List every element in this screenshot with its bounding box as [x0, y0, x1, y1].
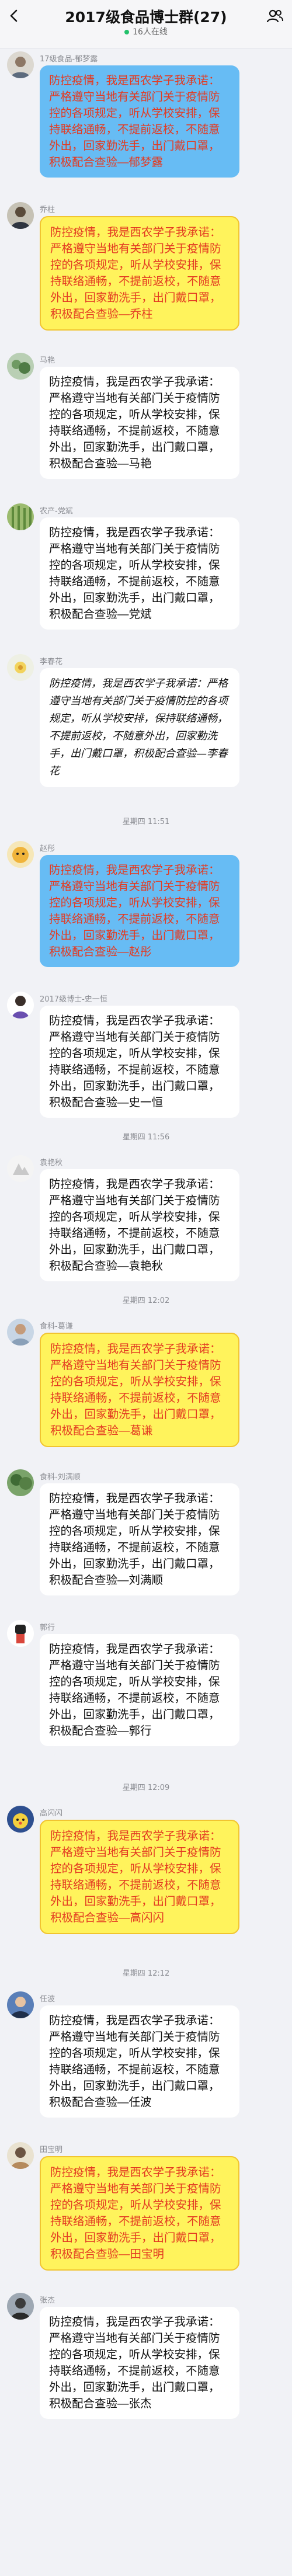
sender-name: 17级食品-郁梦露	[40, 55, 98, 64]
sender-name: 赵彤	[40, 844, 55, 853]
timestamp: 星期四 12:12	[122, 1969, 170, 1978]
avatar[interactable]	[7, 1991, 34, 2018]
message-bubble[interactable]: 防控疫情，我是西农学子我承诺：严格遵守当地有关部门关于疫情防控的各项规定，听从学…	[40, 1333, 239, 1447]
message-bubble[interactable]: 防控疫情，我是西农学子我承诺：严格遵守当地有关部门关于疫情防控的各项规定，听从学…	[40, 668, 239, 787]
sender-name: 田宝明	[40, 2146, 63, 2154]
avatar[interactable]	[7, 503, 34, 530]
sender-name: 袁艳秋	[40, 1159, 63, 1167]
message-bubble[interactable]: 防控疫情，我是西农学子我承诺：严格遵守当地有关部门关于疫情防控的各项规定，听从学…	[40, 1483, 239, 1595]
timestamp: 星期四 11:56	[122, 1133, 170, 1142]
sender-name: 2017级博士-史一恒	[40, 995, 107, 1004]
sender-name: 食科-刘满顺	[40, 1473, 81, 1482]
avatar[interactable]	[7, 1155, 34, 1182]
sender-name: 马艳	[40, 356, 55, 365]
message-bubble[interactable]: 防控疫情，我是西农学子我承诺：严格遵守当地有关部门关于疫情防控的各项规定，听从学…	[40, 517, 239, 630]
avatar[interactable]	[7, 2293, 34, 2320]
timestamp: 星期四 12:02	[122, 1296, 170, 1305]
online-dot-icon	[124, 30, 130, 34]
message-bubble[interactable]: 防控疫情，我是西农学子我承诺：严格遵守当地有关部门关于疫情防控的各项规定，听从学…	[40, 855, 239, 967]
avatar[interactable]	[7, 841, 34, 868]
sender-name: 李春花	[40, 658, 63, 666]
avatar[interactable]	[7, 353, 34, 380]
avatar[interactable]	[7, 51, 34, 78]
sender-name: 农产-党斌	[40, 507, 73, 516]
online-count: 16人在线	[0, 26, 292, 37]
avatar[interactable]	[7, 1469, 34, 1496]
timestamp: 星期四 11:51	[122, 818, 170, 826]
chat-header: 2017级食品博士群(27) 16人在线	[0, 0, 292, 48]
chat-title: 2017级食品博士群(27)	[65, 9, 227, 26]
message-bubble[interactable]: 防控疫情，我是西农学子我承诺：严格遵守当地有关部门关于疫情防控的各项规定，听从学…	[40, 1634, 239, 1746]
message-bubble[interactable]: 防控疫情，我是西农学子我承诺：严格遵守当地有关部门关于疫情防控的各项规定，听从学…	[40, 2005, 239, 2118]
sender-name: 任波	[40, 1995, 55, 2004]
group-menu-icon[interactable]	[266, 8, 284, 23]
message-bubble[interactable]: 防控疫情，我是西农学子我承诺：严格遵守当地有关部门关于疫情防控的各项规定，听从学…	[40, 216, 239, 331]
message-bubble[interactable]: 防控疫情，我是西农学子我承诺：严格遵守当地有关部门关于疫情防控的各项规定，听从学…	[40, 1169, 239, 1281]
avatar[interactable]	[7, 202, 34, 229]
message-bubble[interactable]: 防控疫情，我是西农学子我承诺：严格遵守当地有关部门关于疫情防控的各项规定，听从学…	[40, 2156, 239, 2271]
timestamp: 星期四 12:09	[122, 1784, 170, 1792]
avatar[interactable]	[7, 992, 34, 1018]
avatar[interactable]	[7, 1806, 34, 1833]
sender-name: 张杰	[40, 2296, 55, 2305]
avatar[interactable]	[7, 654, 34, 681]
message-bubble[interactable]: 防控疫情，我是西农学子我承诺：严格遵守当地有关部门关于疫情防控的各项规定，听从学…	[40, 1820, 239, 1934]
sender-name: 乔柱	[40, 206, 55, 214]
sender-name: 食科-葛谦	[40, 1322, 73, 1331]
message-bubble[interactable]: 防控疫情，我是西农学子我承诺：严格遵守当地有关部门关于疫情防控的各项规定，听从学…	[40, 2307, 239, 2419]
message-bubble[interactable]: 防控疫情，我是西农学子我承诺：严格遵守当地有关部门关于疫情防控的各项规定，听从学…	[40, 1006, 239, 1118]
avatar[interactable]	[7, 1620, 34, 1647]
message-bubble[interactable]: 防控疫情，我是西农学子我承诺：严格遵守当地有关部门关于疫情防控的各项规定，听从学…	[40, 65, 239, 178]
avatar[interactable]	[7, 2142, 34, 2169]
sender-name: 高闪闪	[40, 1809, 63, 1818]
message-bubble[interactable]: 防控疫情，我是西农学子我承诺：严格遵守当地有关部门关于疫情防控的各项规定，听从学…	[40, 367, 239, 479]
avatar[interactable]	[7, 1319, 34, 1346]
sender-name: 郭行	[40, 1624, 55, 1632]
online-count-text: 16人在线	[133, 27, 168, 37]
